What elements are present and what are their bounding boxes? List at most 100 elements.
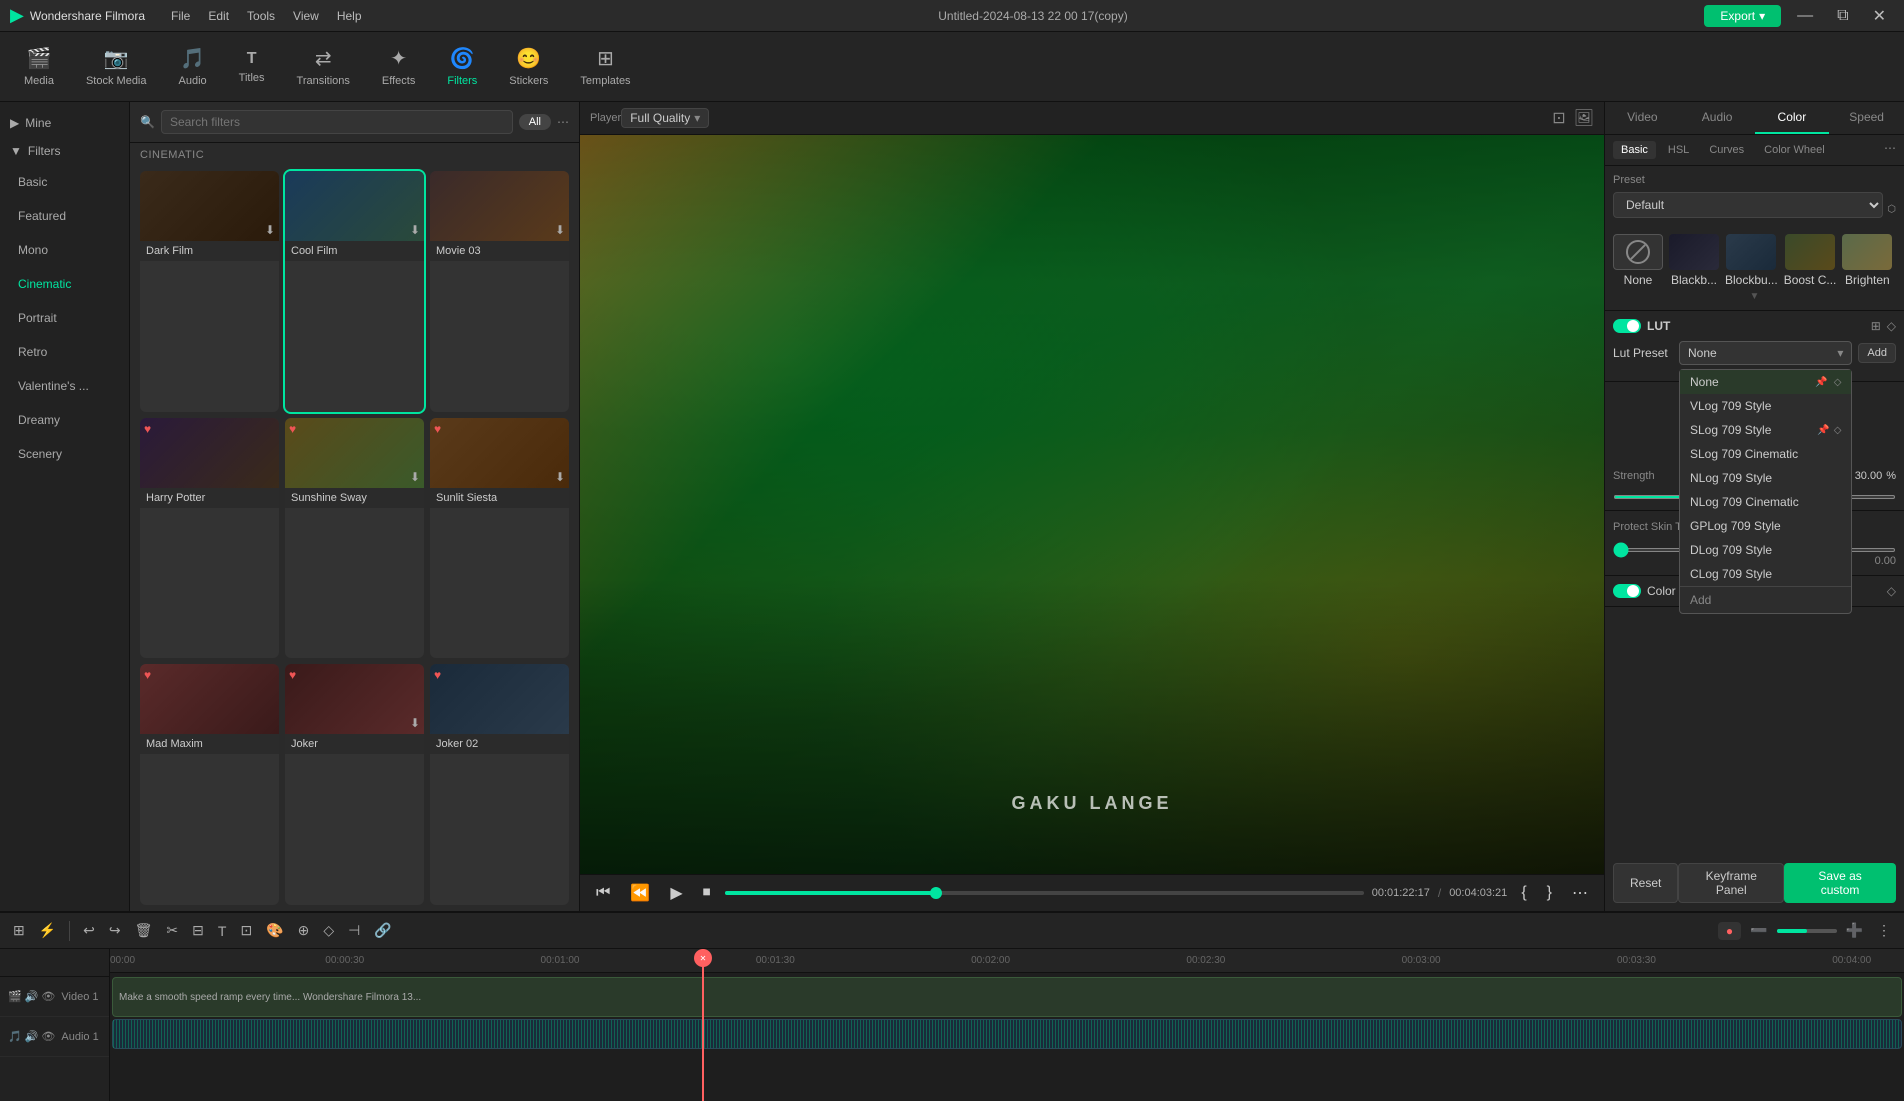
tl-transform-button[interactable]: ⊕ xyxy=(293,920,315,941)
reset-button[interactable]: Reset xyxy=(1613,863,1678,903)
tab-audio[interactable]: Audio xyxy=(1680,102,1755,134)
filter-card-joker[interactable]: ♥ ⬇ Joker xyxy=(285,664,424,905)
lut-option-nlog[interactable]: NLog 709 Style xyxy=(1680,466,1851,490)
filter-card-joker-02[interactable]: ♥ Joker 02 xyxy=(430,664,569,905)
in-point-icon[interactable]: { xyxy=(1515,882,1532,904)
lut-add-option[interactable]: Add xyxy=(1680,586,1851,613)
add-lut-button[interactable]: Add xyxy=(1858,343,1896,363)
sidebar-item-portrait[interactable]: Portrait xyxy=(4,303,125,333)
tl-crop-button[interactable]: ⊡ xyxy=(235,920,257,941)
toolbar-stock-media[interactable]: 📷 Stock Media xyxy=(72,40,161,93)
sidebar-item-valentines[interactable]: Valentine's ... xyxy=(4,371,125,401)
filter-card-sunlit-siesta[interactable]: ♥ ⬇ Sunlit Siesta xyxy=(430,418,569,659)
toolbar-titles[interactable]: T Titles xyxy=(225,44,279,90)
sidebar-item-filters[interactable]: ▼ Filters xyxy=(0,138,129,164)
filter-card-cool-film[interactable]: ⬇ Cool Film xyxy=(285,171,424,412)
sidebar-item-basic[interactable]: Basic xyxy=(4,167,125,197)
audio-music-icon[interactable]: 🎵 xyxy=(8,1030,22,1043)
toolbar-transitions[interactable]: ⇄ Transitions xyxy=(283,40,364,93)
tl-zoom-slider[interactable] xyxy=(1777,929,1837,933)
color-subtab-basic[interactable]: Basic xyxy=(1613,141,1656,159)
filter-card-harry-potter[interactable]: ♥ Harry Potter xyxy=(140,418,279,659)
audio-track-clip[interactable] xyxy=(112,1019,1902,1049)
more-controls-icon[interactable]: ⋯ xyxy=(1566,881,1594,905)
tl-zoom-out-button[interactable]: ➖ xyxy=(1745,920,1772,941)
sidebar-item-retro[interactable]: Retro xyxy=(4,337,125,367)
play-button[interactable]: ▶ xyxy=(664,881,688,905)
lut-dropdown[interactable]: None ▾ xyxy=(1679,341,1852,365)
tl-magnet-icon[interactable]: ⚡ xyxy=(34,920,61,941)
step-back-button[interactable]: ⏪ xyxy=(624,881,656,905)
playhead-head[interactable]: ✕ xyxy=(694,949,712,967)
tl-undo-button[interactable]: ↩ xyxy=(78,920,100,941)
video-track-clip[interactable]: Make a smooth speed ramp every time... W… xyxy=(112,977,1902,1017)
filter-more-icon[interactable]: ⋯ xyxy=(557,115,569,129)
color-toggle-switch[interactable] xyxy=(1613,584,1641,598)
tl-zoom-in-button[interactable]: ➕ xyxy=(1841,920,1868,941)
menu-help[interactable]: Help xyxy=(337,9,362,23)
save-custom-button[interactable]: Save as custom xyxy=(1784,863,1896,903)
toolbar-filters[interactable]: 🌀 Filters xyxy=(433,40,491,93)
lut-toggle-switch[interactable] xyxy=(1613,319,1641,333)
toolbar-effects[interactable]: ✦ Effects xyxy=(368,40,429,93)
preset-thumb-boost-c[interactable]: Boost C... xyxy=(1784,234,1837,287)
preset-thumb-brighten[interactable]: Brighten xyxy=(1842,234,1892,287)
keyframe-panel-button[interactable]: Keyframe Panel xyxy=(1678,863,1784,903)
export-button[interactable]: Export ▾ xyxy=(1704,5,1781,27)
tab-speed[interactable]: Speed xyxy=(1829,102,1904,134)
sidebar-item-featured[interactable]: Featured xyxy=(4,201,125,231)
tab-video[interactable]: Video xyxy=(1605,102,1680,134)
search-input[interactable] xyxy=(161,110,513,134)
lut-option-gplog[interactable]: GPLog 709 Style xyxy=(1680,514,1851,538)
color-subtab-color-wheel[interactable]: Color Wheel xyxy=(1756,141,1833,159)
lut-option-nlog-cinematic[interactable]: NLog 709 Cinematic xyxy=(1680,490,1851,514)
lut-option-vlog[interactable]: VLog 709 Style xyxy=(1680,394,1851,418)
tl-delete-button[interactable]: 🗑 xyxy=(130,920,158,941)
sidebar-item-cinematic[interactable]: Cinematic xyxy=(4,269,125,299)
menu-edit[interactable]: Edit xyxy=(208,9,229,23)
close-button[interactable]: ✕ xyxy=(1865,4,1894,28)
preset-thumb-blackb[interactable]: Blackb... xyxy=(1669,234,1719,287)
skip-back-button[interactable]: ⏮ xyxy=(590,882,616,904)
tl-keyframe-button[interactable]: ◇ xyxy=(318,920,339,941)
lut-option-clog[interactable]: CLog 709 Style xyxy=(1680,562,1851,586)
video-eye-icon[interactable]: 👁 xyxy=(41,990,55,1003)
toolbar-media[interactable]: 🎬 Media xyxy=(10,40,68,93)
tl-text-button[interactable]: T xyxy=(213,921,232,941)
audio-vol-icon[interactable]: 🔊 xyxy=(25,1030,39,1043)
toolbar-stickers[interactable]: 😊 Stickers xyxy=(495,40,562,93)
tl-cut-button[interactable]: ✂ xyxy=(161,920,183,941)
filter-card-mad-maxim[interactable]: ♥ Mad Maxim xyxy=(140,664,279,905)
lut-diamond-icon[interactable]: ◇ xyxy=(1887,319,1896,333)
screenshot-icon[interactable]: 🖼 xyxy=(1574,108,1594,128)
tl-more-button[interactable]: ⋮ xyxy=(1872,920,1896,941)
tl-link-button[interactable]: 🔗 xyxy=(369,920,396,941)
preset-thumb-blockbu[interactable]: Blockbu... xyxy=(1725,234,1778,287)
tl-copy-button[interactable]: ⊟ xyxy=(187,920,209,941)
menu-tools[interactable]: Tools xyxy=(247,9,275,23)
sidebar-item-scenery[interactable]: Scenery xyxy=(4,439,125,469)
out-point-icon[interactable]: } xyxy=(1541,882,1558,904)
fit-screen-icon[interactable]: ⊡ xyxy=(1552,108,1565,128)
video-audio-icon[interactable]: 🔊 xyxy=(25,990,39,1003)
preset-dropdown[interactable]: Default xyxy=(1613,192,1883,218)
maximize-button[interactable]: ⧉ xyxy=(1829,5,1856,27)
minimize-button[interactable]: — xyxy=(1789,5,1821,27)
filter-card-movie-03[interactable]: ⬇ Movie 03 xyxy=(430,171,569,412)
filter-all-tag[interactable]: All xyxy=(519,114,551,130)
sidebar-item-mono[interactable]: Mono xyxy=(4,235,125,265)
stop-button[interactable]: ⏹ xyxy=(697,882,717,904)
lut-option-slog[interactable]: SLog 709 Style 📌 ◇ xyxy=(1680,418,1851,442)
tab-color[interactable]: Color xyxy=(1755,102,1830,134)
color-diamond-icon[interactable]: ◇ xyxy=(1887,584,1896,598)
quality-dropdown[interactable]: Full Quality ▾ xyxy=(621,108,709,128)
menu-view[interactable]: View xyxy=(293,9,319,23)
menu-file[interactable]: File xyxy=(171,9,190,23)
sidebar-item-dreamy[interactable]: Dreamy xyxy=(4,405,125,435)
tl-split-button[interactable]: ⊣ xyxy=(343,920,365,941)
color-subtab-curves[interactable]: Curves xyxy=(1701,141,1752,159)
lut-expand-icon[interactable]: ⊞ xyxy=(1871,319,1881,333)
filter-card-sunshine-sway[interactable]: ♥ ⬇ Sunshine Sway xyxy=(285,418,424,659)
sidebar-item-mine[interactable]: ▶ Mine xyxy=(0,110,129,136)
color-subtab-hsl[interactable]: HSL xyxy=(1660,141,1697,159)
